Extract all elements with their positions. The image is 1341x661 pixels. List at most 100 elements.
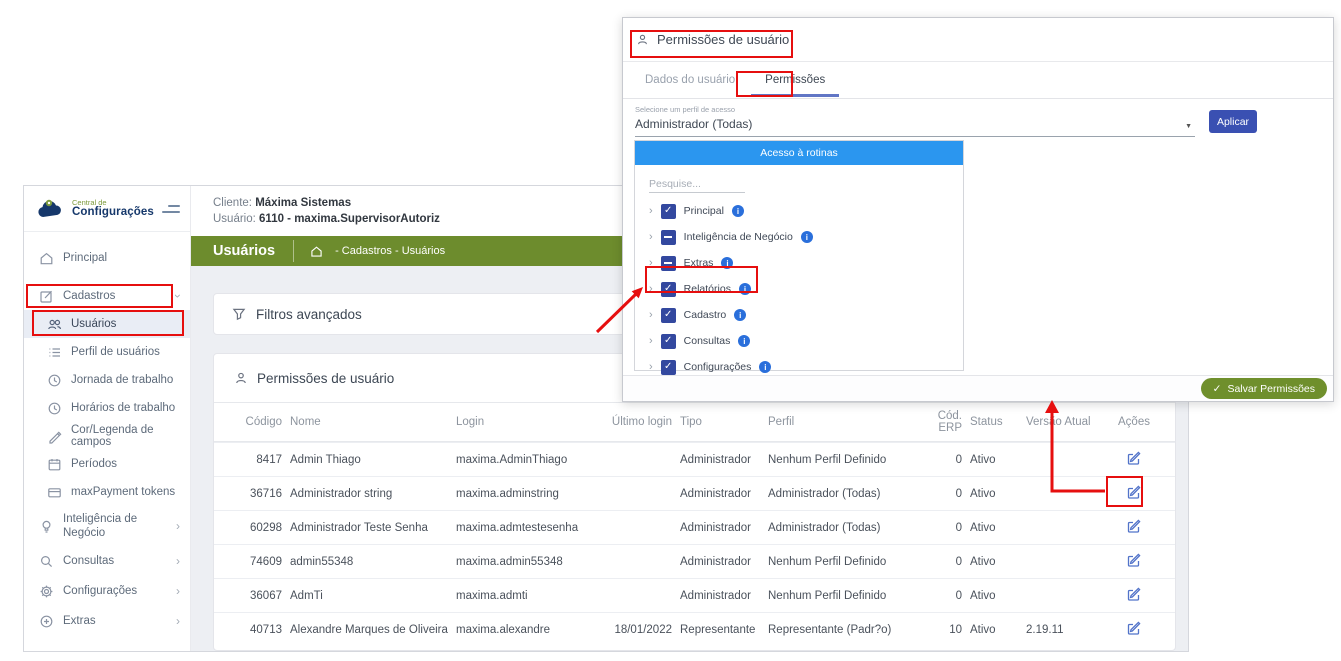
table-header-row: Código Nome Login Último login Tipo Perf… [214,402,1175,442]
dialog-tabs: Dados do usuário Permissões [623,62,1333,99]
cell-codigo: 60298 [234,522,282,534]
sidebar-item-configuracoes[interactable]: Configurações › [24,576,190,606]
edit-user-button[interactable] [1126,586,1142,602]
cell-nome: Admin Thiago [290,454,448,466]
pencil-icon [46,429,62,444]
edit-user-button[interactable] [1126,518,1142,534]
chevron-right-icon: › [176,520,180,532]
cell-cod-erp: 0 [916,488,962,500]
cell-nome: Administrador Teste Senha [290,522,448,534]
chevron-right-icon: › [176,585,180,597]
cell-perfil: Administrador (Todas) [768,522,908,534]
edit-user-button[interactable] [1126,552,1142,568]
col-perfil: Perfil [768,416,908,428]
routine-checkbox[interactable] [661,360,676,375]
col-codigo: Código [234,416,282,428]
routine-checkbox[interactable] [661,230,676,245]
routine-checkbox[interactable] [661,256,676,271]
info-icon[interactable]: i [734,309,746,321]
cell-codigo: 36067 [234,590,282,602]
sidebar-item-periodos[interactable]: Períodos [24,450,190,478]
routine-tree-item: › Consultas i [635,328,963,354]
col-versao-atual: Versão Atual [1026,416,1104,428]
cell-tipo: Administrador [680,454,760,466]
cell-perfil: Nenhum Perfil Definido [768,590,908,602]
apply-button[interactable]: Aplicar [1209,110,1257,133]
sidebar-item-cor-legenda-de-campos[interactable]: Cor/Legenda de campos [24,422,190,450]
cell-codigo: 36716 [234,488,282,500]
expand-chevron-icon[interactable]: › [649,231,653,243]
table-row: 36716 Administrador string maxima.admins… [214,476,1175,510]
cell-perfil: Administrador (Todas) [768,488,908,500]
logo-line1: Central de [72,199,154,207]
plus-circle-icon [38,614,54,629]
sidebar-item-horarios-de-trabalho[interactable]: Horários de trabalho [24,394,190,422]
credit-card-icon [46,485,62,500]
cell-status: Ativo [970,624,1018,636]
cell-cod-erp: 0 [916,454,962,466]
info-icon[interactable]: i [739,283,751,295]
profile-select[interactable]: Administrador (Todas) ▼ [635,114,1195,137]
clock-icon [46,401,62,416]
edit-pencil-square-icon [1126,586,1142,602]
edit-user-button[interactable] [1126,620,1142,636]
col-cod-erp: Cód. ERP [916,410,962,434]
cell-status: Ativo [970,590,1018,602]
expand-chevron-icon[interactable]: › [649,309,653,321]
sidebar-item-principal[interactable]: Principal [24,244,190,272]
routines-search-input[interactable] [649,176,745,193]
logo-line2: Configurações [72,206,154,218]
cell-tipo: Administrador [680,488,760,500]
edit-user-button[interactable] [1126,484,1142,500]
sidebar-item-cadastros[interactable]: Cadastros › [24,282,190,310]
expand-chevron-icon[interactable]: › [649,205,653,217]
cell-cod-erp: 0 [916,522,962,534]
tab-permissoes[interactable]: Permissões [765,64,825,96]
cell-login: maxima.admtestesenha [456,522,594,534]
cell-login: maxima.alexandre [456,624,594,636]
menu-toggle-icon[interactable] [162,205,180,213]
cell-ultimo-login: 18/01/2022 [602,624,672,636]
home-icon [38,251,54,266]
users-icon [46,317,62,332]
routine-checkbox[interactable] [661,334,676,349]
info-icon[interactable]: i [721,257,733,269]
cell-perfil: Representante (Padr?o) [768,624,908,636]
tab-dados-do-usuario[interactable]: Dados do usuário [645,64,735,96]
info-icon[interactable]: i [759,361,771,373]
edit-user-button[interactable] [1126,450,1142,466]
info-icon[interactable]: i [732,205,744,217]
breadcrumb: - Cadastros - Usuários [335,245,445,257]
info-icon[interactable]: i [801,231,813,243]
cell-status: Ativo [970,454,1018,466]
sidebar-item-extras[interactable]: Extras › [24,606,190,636]
routine-checkbox[interactable] [661,308,676,323]
expand-chevron-icon[interactable]: › [649,283,653,295]
expand-chevron-icon[interactable]: › [649,335,653,347]
table-row: 8417 Admin Thiago maxima.AdminThiago Adm… [214,442,1175,476]
chevron-down-icon: › [172,294,184,298]
divider [293,240,294,262]
routine-tree-item: › Relatórios i [635,276,963,302]
expand-chevron-icon[interactable]: › [649,257,653,269]
expand-chevron-icon[interactable]: › [649,361,653,373]
sidebar-item-usuarios[interactable]: Usuários [24,310,190,338]
sidebar-item-jornada-de-trabalho[interactable]: Jornada de trabalho [24,366,190,394]
cell-tipo: Representante [680,624,760,636]
breadcrumb-home-icon[interactable] [310,245,323,258]
routine-tree-item: › Extras i [635,250,963,276]
info-icon[interactable]: i [738,335,750,347]
routine-checkbox[interactable] [661,282,676,297]
sidebar-item-inteligencia-de-negocio[interactable]: Inteligência de Negócio › [24,506,190,546]
cell-login: maxima.admin55348 [456,556,594,568]
sidebar-item-perfil-de-usuarios[interactable]: Perfil de usuários [24,338,190,366]
cell-nome: AdmTi [290,590,448,602]
routine-checkbox[interactable] [661,204,676,219]
sidebar-item-consultas[interactable]: Consultas › [24,546,190,576]
edit-pencil-square-icon [1126,450,1142,466]
save-permissions-button[interactable]: ✓ Salvar Permissões [1201,378,1327,399]
sidebar-item-maxpayment-tokens[interactable]: maxPayment tokens [24,478,190,506]
cell-codigo: 8417 [234,454,282,466]
sidebar-menu: Principal Cadastros › Usuários Perfil de… [24,232,190,636]
table-row: 74609 admin55348 maxima.admin55348 Admin… [214,544,1175,578]
